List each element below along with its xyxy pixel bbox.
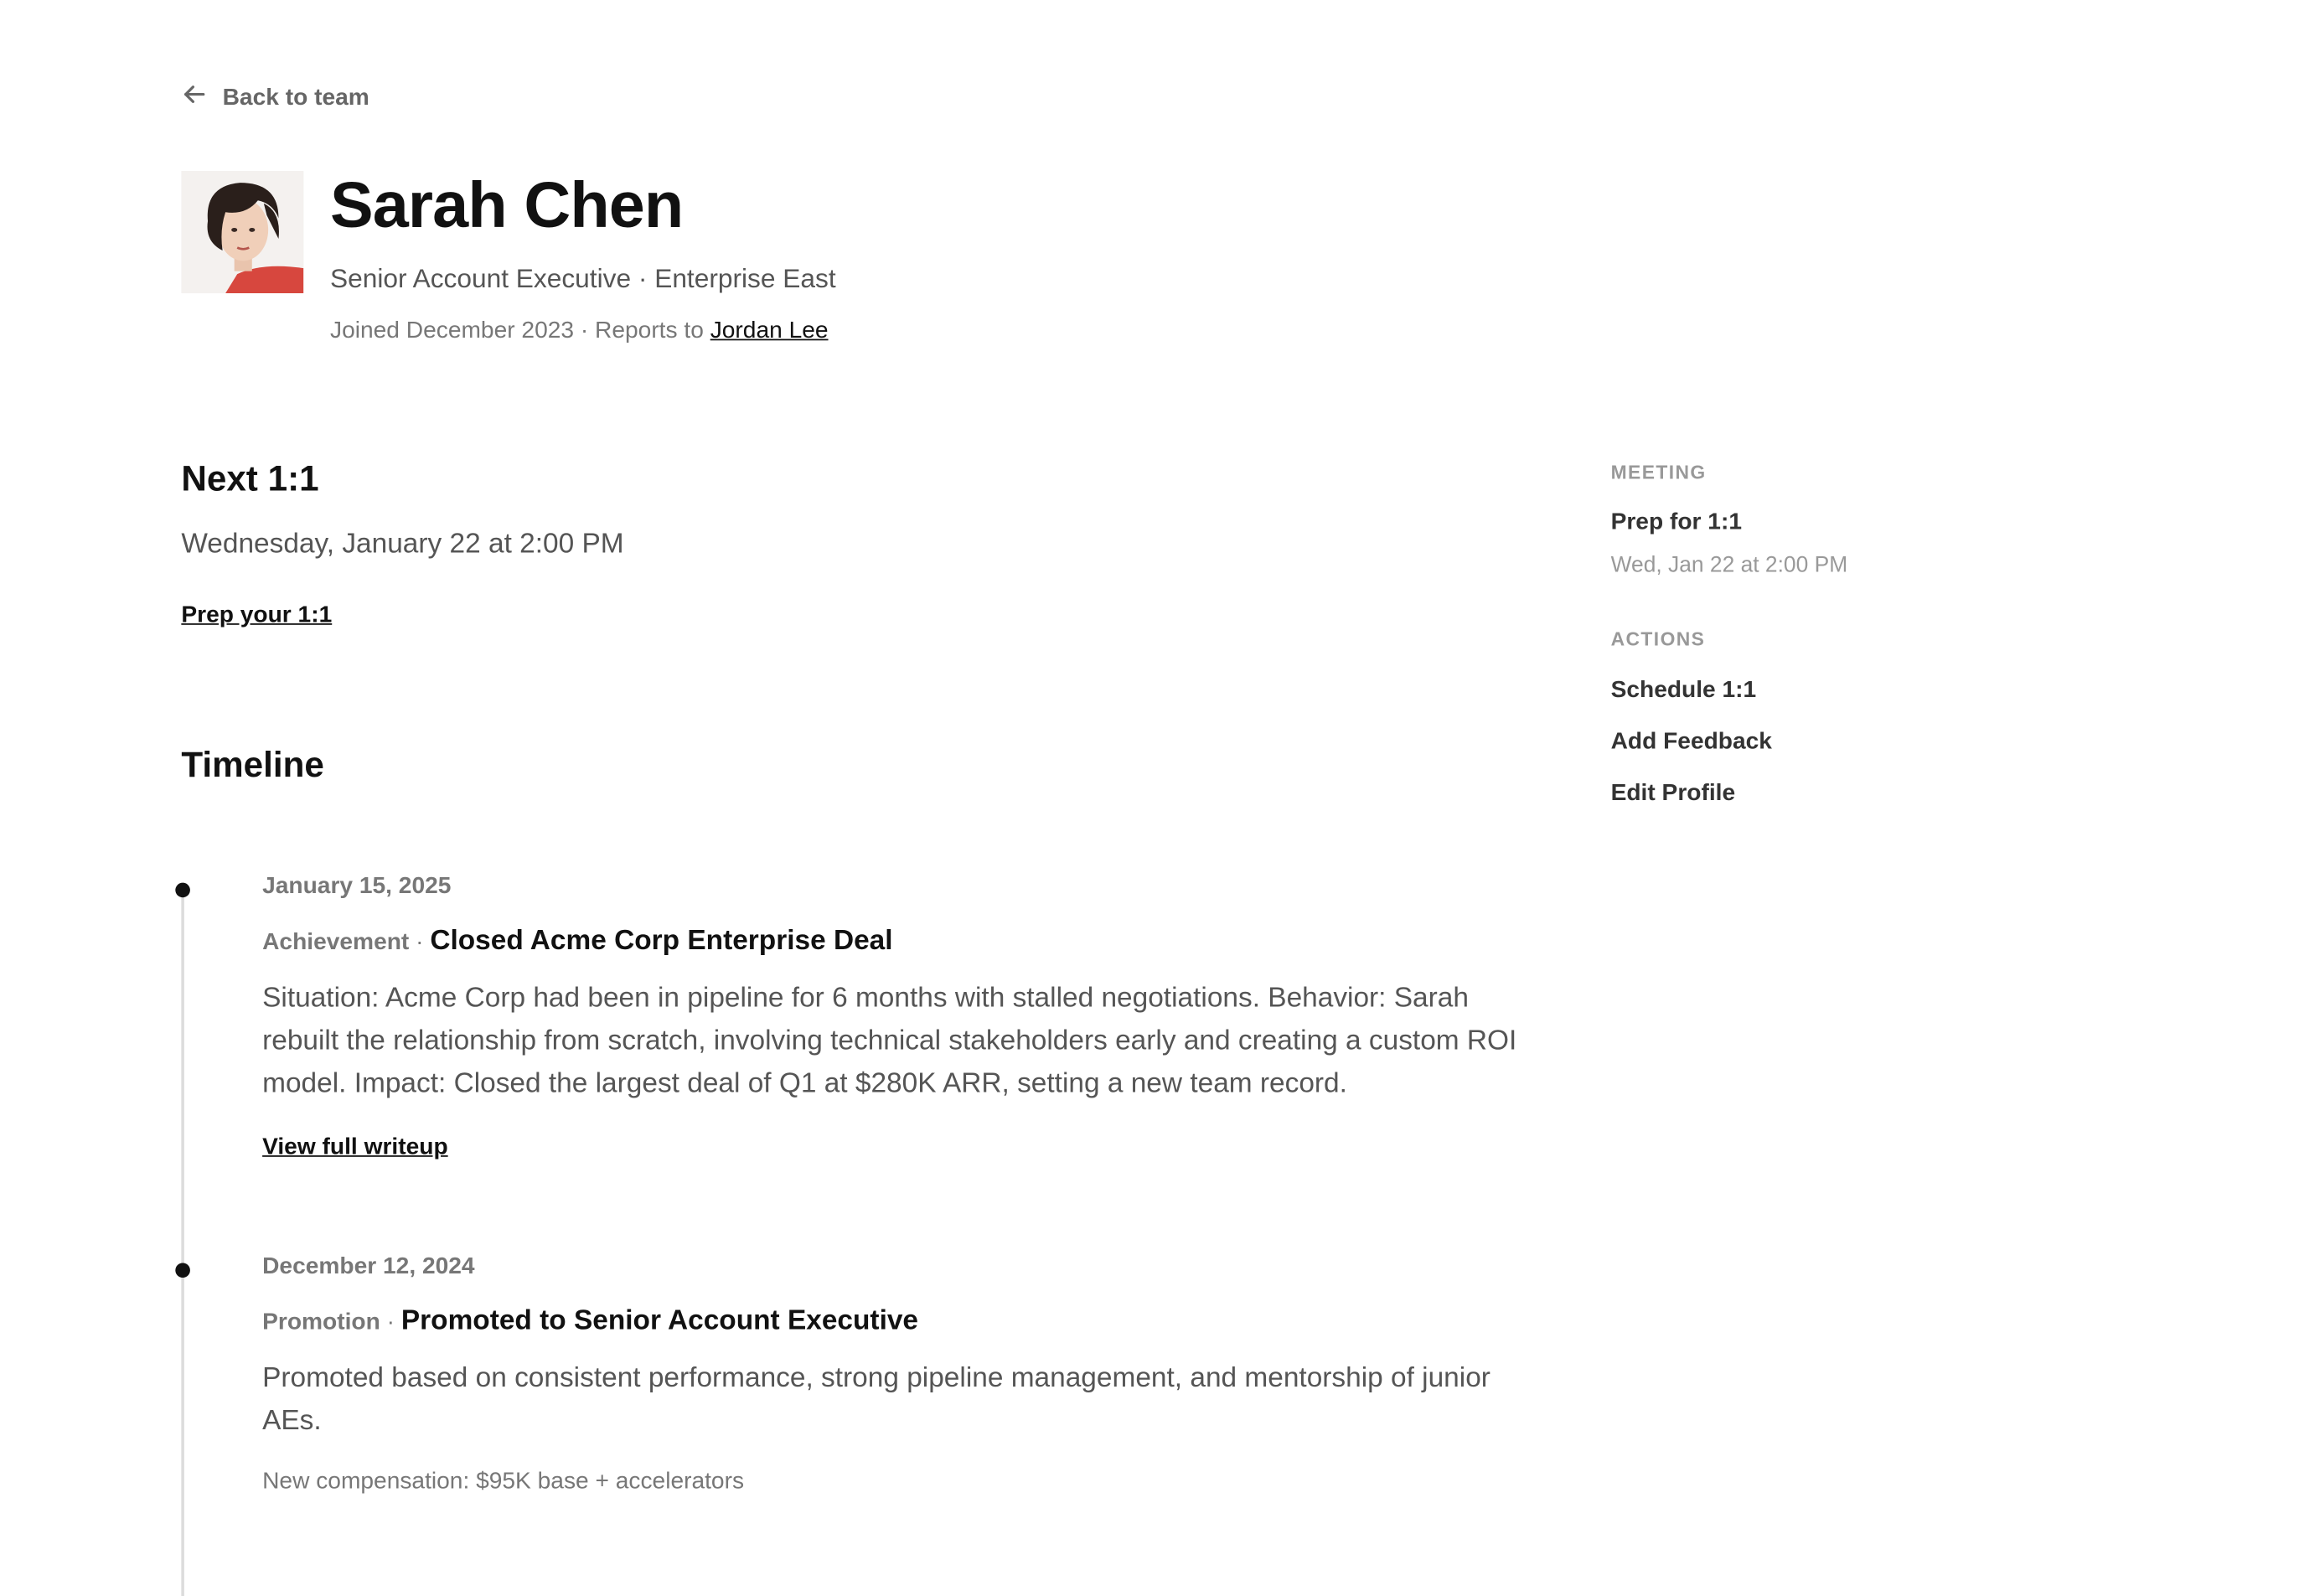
entry-note: New compensation: $95K base + accelerato… bbox=[262, 1469, 745, 1495]
profile-name: Sarah Chen bbox=[330, 169, 684, 242]
profile-title: Senior Account Executive · Enterprise Ea… bbox=[330, 263, 836, 294]
entry-header: Achievement · Closed Acme Corp Enterpris… bbox=[262, 922, 1544, 962]
entry-description: Promoted based on consistent performance… bbox=[262, 1363, 1490, 1438]
avatar bbox=[181, 171, 304, 294]
meeting-label: MEETING bbox=[1610, 461, 1707, 483]
profile-joined: Joined December 2023 · Reports to Jordan… bbox=[330, 315, 829, 348]
entry-date: December 12, 2024 bbox=[262, 1253, 475, 1279]
back-link-label: Back to team bbox=[222, 85, 369, 111]
profile-page: Back to team Sarah Chen Senior Account E… bbox=[0, 0, 2299, 1596]
entry-type: Promotion bbox=[262, 1309, 380, 1335]
timeline-entry: December 12, 2024 Promotion · Promoted t… bbox=[262, 1251, 1544, 1499]
entry-type: Achievement bbox=[262, 929, 410, 955]
actions-label: ACTIONS bbox=[1610, 628, 1706, 650]
edit-profile-button[interactable]: Edit Profile bbox=[1611, 778, 2054, 811]
sidebar: MEETING Prep for 1:1 Wed, Jan 22 at 2:00… bbox=[1611, 460, 2054, 811]
manager-link[interactable]: Jordan Lee bbox=[710, 318, 829, 343]
timeline-dot bbox=[175, 1263, 190, 1278]
timeline-line bbox=[181, 888, 184, 1596]
timeline-dot bbox=[175, 882, 190, 898]
entry-header: Promotion · Promoted to Senior Account E… bbox=[262, 1303, 1544, 1342]
prep-one-on-one-link[interactable]: Prep your 1:1 bbox=[181, 600, 332, 633]
joined-text: Joined December 2023 · Reports to bbox=[330, 318, 704, 343]
timeline-entry: January 15, 2025 Achievement · Closed Ac… bbox=[262, 871, 1544, 1162]
entry-date: January 15, 2025 bbox=[262, 874, 452, 899]
add-feedback-button[interactable]: Add Feedback bbox=[1611, 726, 2054, 759]
back-to-team-link[interactable]: Back to team bbox=[181, 81, 369, 115]
timeline-heading: Timeline bbox=[181, 746, 324, 786]
entry-separator: · bbox=[386, 1309, 395, 1335]
meeting-time: Wed, Jan 22 at 2:00 PM bbox=[1610, 552, 1848, 578]
next-one-on-one-heading: Next 1:1 bbox=[181, 459, 319, 500]
entry-separator: · bbox=[416, 929, 424, 955]
entry-title: Closed Acme Corp Enterprise Deal bbox=[430, 925, 893, 957]
arrow-left-icon bbox=[181, 81, 208, 115]
next-one-on-one-datetime: Wednesday, January 22 at 2:00 PM bbox=[181, 529, 624, 560]
entry-title: Promoted to Senior Account Executive bbox=[400, 1305, 919, 1337]
prep-meeting-link[interactable]: Prep for 1:1 bbox=[1611, 507, 2054, 540]
entry-description: Situation: Acme Corp had been in pipelin… bbox=[262, 983, 1517, 1100]
view-full-writeup-link[interactable]: View full writeup bbox=[262, 1134, 448, 1161]
schedule-one-on-one-button[interactable]: Schedule 1:1 bbox=[1611, 675, 2054, 708]
